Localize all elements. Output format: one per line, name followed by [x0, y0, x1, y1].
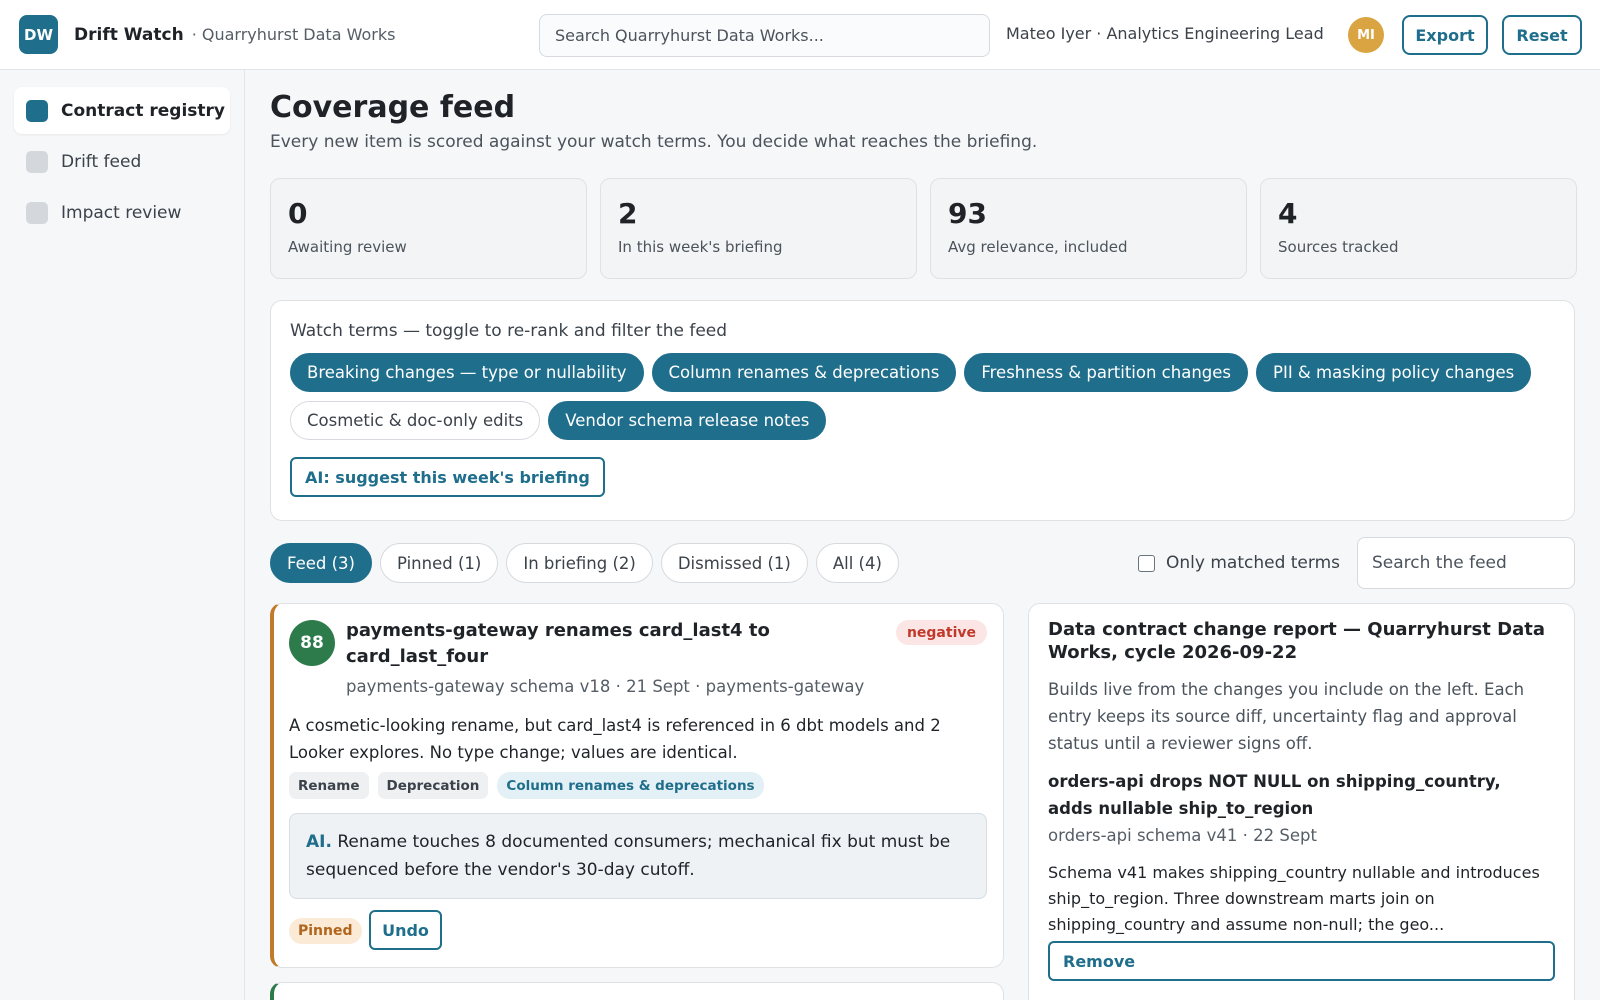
- sentiment-badge: negative: [895, 620, 987, 645]
- feed-card-meta: payments-gateway schema v18 · 21 Sept · …: [346, 677, 865, 696]
- watch-term-freshness[interactable]: Freshness & partition changes: [964, 353, 1248, 392]
- page-title: Coverage feed: [270, 90, 516, 125]
- export-button[interactable]: Export: [1402, 15, 1488, 55]
- report-title: Data contract change report — Quarryhurs…: [1048, 619, 1545, 663]
- report-entry-meta: orders-api schema v41 · 22 Sept: [1048, 826, 1317, 845]
- stat-label: Avg relevance, included: [948, 238, 1128, 256]
- watch-term-cosmetic[interactable]: Cosmetic & doc-only edits: [290, 401, 541, 440]
- global-search-input[interactable]: [539, 14, 990, 57]
- tab-in-briefing[interactable]: In briefing (2): [506, 543, 653, 583]
- status-badge: Pinned: [289, 918, 362, 944]
- remove-button[interactable]: Remove: [1048, 941, 1555, 981]
- relevance-score: 88: [289, 620, 335, 666]
- top-bar: DW Drift Watch · Quarryhurst Data Works …: [0, 0, 1600, 70]
- report-description: Builds live from the changes you include…: [1048, 680, 1525, 753]
- stat-avg-relevance: 93 Avg relevance, included: [930, 178, 1247, 279]
- only-matched-checkbox[interactable]: [1138, 554, 1155, 572]
- ai-summary-text: Rename touches 8 documented consumers; m…: [306, 832, 951, 880]
- feed-card-body: A cosmetic-looking rename, but card_last…: [289, 716, 941, 762]
- stat-in-briefing: 2 In this week's briefing: [600, 178, 917, 279]
- undo-button[interactable]: Undo: [369, 910, 442, 950]
- tab-feed[interactable]: Feed (3): [270, 543, 372, 583]
- avatar[interactable]: MI: [1348, 17, 1384, 53]
- tag-rename: Rename: [289, 772, 369, 799]
- reset-button[interactable]: Reset: [1502, 15, 1582, 55]
- watch-term-breaking-changes[interactable]: Breaking changes — type or nullability: [290, 353, 644, 392]
- watch-term-chips: Breaking changes — type or nullability C…: [290, 353, 1550, 440]
- ai-label: AI.: [306, 832, 332, 852]
- watch-term-pii-masking[interactable]: PII & masking policy changes: [1256, 353, 1532, 392]
- briefing-report-panel: Data contract change report — Quarryhurs…: [1028, 603, 1575, 1000]
- stat-value: 0: [288, 197, 308, 230]
- drift-feed-icon: [26, 150, 48, 173]
- stat-label: Sources tracked: [1278, 238, 1399, 256]
- report-entry-body: Schema v41 makes shipping_country nullab…: [1048, 863, 1540, 934]
- feed-card[interactable]: 88 payments-gateway renames card_last4 t…: [270, 603, 1004, 968]
- sidebar-item-drift-feed[interactable]: Drift feed: [14, 138, 230, 185]
- watch-term-vendor-release-notes[interactable]: Vendor schema release notes: [548, 401, 827, 440]
- stat-label: In this week's briefing: [618, 238, 783, 256]
- feed-tabs: Feed (3) Pinned (1) In briefing (2) Dism…: [270, 543, 899, 583]
- tag-deprecation: Deprecation: [377, 772, 489, 799]
- feed-search-input[interactable]: [1357, 537, 1575, 589]
- tab-all[interactable]: All (4): [815, 543, 899, 583]
- feed-card-title[interactable]: payments-gateway renames card_last4 to c…: [346, 618, 886, 670]
- tag-matched-term: Column renames & deprecations: [497, 772, 764, 799]
- stat-value: 93: [948, 197, 987, 230]
- tab-dismissed[interactable]: Dismissed (1): [660, 543, 808, 583]
- sidebar-item-label: Drift feed: [61, 151, 142, 172]
- tab-pinned[interactable]: Pinned (1): [379, 543, 499, 583]
- sidebar-item-impact-review[interactable]: Impact review: [14, 189, 230, 236]
- page-subtitle: Every new item is scored against your wa…: [270, 132, 1038, 152]
- only-matched-toggle[interactable]: Only matched terms: [1138, 553, 1340, 573]
- stat-sources-tracked: 4 Sources tracked: [1260, 178, 1577, 279]
- watch-term-column-renames[interactable]: Column renames & deprecations: [651, 353, 957, 392]
- app-logo[interactable]: DW: [19, 15, 58, 54]
- app-name: Drift Watch: [74, 24, 184, 45]
- stat-value: 4: [1278, 197, 1298, 230]
- report-entry-title: orders-api drops NOT NULL on shipping_co…: [1048, 772, 1501, 818]
- feed-card-tags: Rename Deprecation Column renames & depr…: [289, 772, 764, 799]
- sidebar-item-label: Impact review: [61, 202, 182, 223]
- stat-value: 2: [618, 197, 638, 230]
- ai-summary: AI. Rename touches 8 documented consumer…: [289, 813, 987, 899]
- impact-review-icon: [26, 201, 48, 224]
- ai-suggest-briefing-button[interactable]: AI: suggest this week's briefing: [290, 457, 605, 497]
- stat-awaiting-review: 0 Awaiting review: [270, 178, 587, 279]
- contract-registry-icon: [26, 99, 48, 122]
- user-name: Mateo Iyer · Analytics Engineering Lead: [1006, 24, 1324, 43]
- sidebar: Contract registry Drift feed Impact revi…: [0, 70, 245, 1000]
- only-matched-label: Only matched terms: [1166, 553, 1340, 573]
- feed-card-next[interactable]: [270, 982, 1004, 1000]
- watch-terms-label: Watch terms — toggle to re-rank and filt…: [290, 321, 728, 341]
- org-name: · Quarryhurst Data Works: [191, 25, 396, 44]
- sidebar-item-label: Contract registry: [61, 100, 225, 121]
- watch-terms-panel: Watch terms — toggle to re-rank and filt…: [270, 300, 1575, 521]
- sidebar-item-contract-registry[interactable]: Contract registry: [14, 87, 230, 134]
- stat-label: Awaiting review: [288, 238, 407, 256]
